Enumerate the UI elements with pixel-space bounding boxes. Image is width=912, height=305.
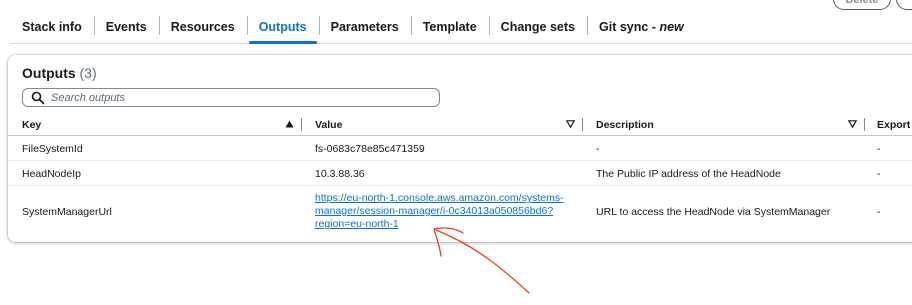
stack-tabs: Stack info Events Resources Outputs Para…: [10, 14, 912, 44]
outputs-count: (3): [79, 65, 97, 81]
outputs-panel: Outputs (3) Key Value Description: [8, 55, 912, 242]
outputs-title-text: Outputs: [22, 65, 76, 81]
tab-parameters[interactable]: Parameters: [318, 12, 411, 42]
output-description: URL to access the HeadNode via SystemMan…: [596, 205, 831, 218]
tab-template[interactable]: Template: [410, 12, 489, 42]
output-value: https://eu-north-1.console.aws.amazon.co…: [315, 186, 564, 237]
table-row: HeadNodeIp 10.3.88.36 The Public IP addr…: [8, 161, 912, 186]
system-manager-url-link[interactable]: https://eu-north-1.console.aws.amazon.co…: [315, 192, 564, 231]
search-input[interactable]: [51, 91, 411, 104]
output-export: -: [877, 205, 881, 218]
output-export: -: [877, 142, 881, 155]
output-key: HeadNodeIp: [22, 167, 81, 180]
output-description: The Public IP address of the HeadNode: [596, 167, 781, 180]
tab-change-sets[interactable]: Change sets: [488, 12, 587, 42]
url-line: manager/session-manager/i-0c34013a050856…: [315, 205, 554, 217]
column-header-export[interactable]: Export n: [877, 113, 912, 136]
outputs-table: Key Value Description Export n FileSyste…: [8, 113, 912, 237]
tab-outputs[interactable]: Outputs: [246, 12, 319, 44]
column-resizer[interactable]: [864, 118, 865, 131]
url-line: https://eu-north-1.console.aws.amazon.co…: [315, 192, 564, 204]
table-row: SystemManagerUrl https://eu-north-1.cons…: [8, 186, 912, 237]
delete-button[interactable]: Delete: [833, 0, 891, 10]
tab-resources[interactable]: Resources: [158, 12, 247, 42]
new-tag: new: [659, 20, 684, 34]
column-header-description[interactable]: Description: [596, 113, 654, 136]
tab-events[interactable]: Events: [93, 12, 159, 42]
sort-ascending-icon[interactable]: [285, 120, 294, 128]
sort-descending-icon[interactable]: [848, 120, 857, 128]
output-value: 10.3.88.36: [315, 167, 365, 180]
tab-git-sync[interactable]: Git sync - new: [587, 12, 696, 42]
more-actions-button[interactable]: [896, 0, 912, 10]
output-key: FileSystemId: [22, 142, 83, 155]
table-header: Key Value Description Export n: [8, 113, 912, 136]
column-header-key[interactable]: Key: [22, 113, 41, 136]
output-export: -: [877, 167, 881, 180]
search-icon: [31, 91, 45, 104]
column-resizer[interactable]: [582, 118, 583, 131]
output-key: SystemManagerUrl: [22, 205, 112, 218]
outputs-title: Outputs (3): [22, 65, 97, 81]
url-line: region=eu-north-1: [315, 218, 399, 230]
tab-git-sync-label: Git sync -: [599, 20, 660, 34]
sort-descending-icon[interactable]: [566, 120, 575, 128]
search-box[interactable]: [22, 88, 440, 107]
column-header-value[interactable]: Value: [315, 113, 342, 136]
output-description: -: [596, 142, 600, 155]
output-value: fs-0683c78e85c471359: [315, 142, 425, 155]
column-resizer[interactable]: [301, 118, 302, 131]
table-row: FileSystemId fs-0683c78e85c471359 - -: [8, 136, 912, 161]
tab-stack-info[interactable]: Stack info: [10, 12, 94, 42]
